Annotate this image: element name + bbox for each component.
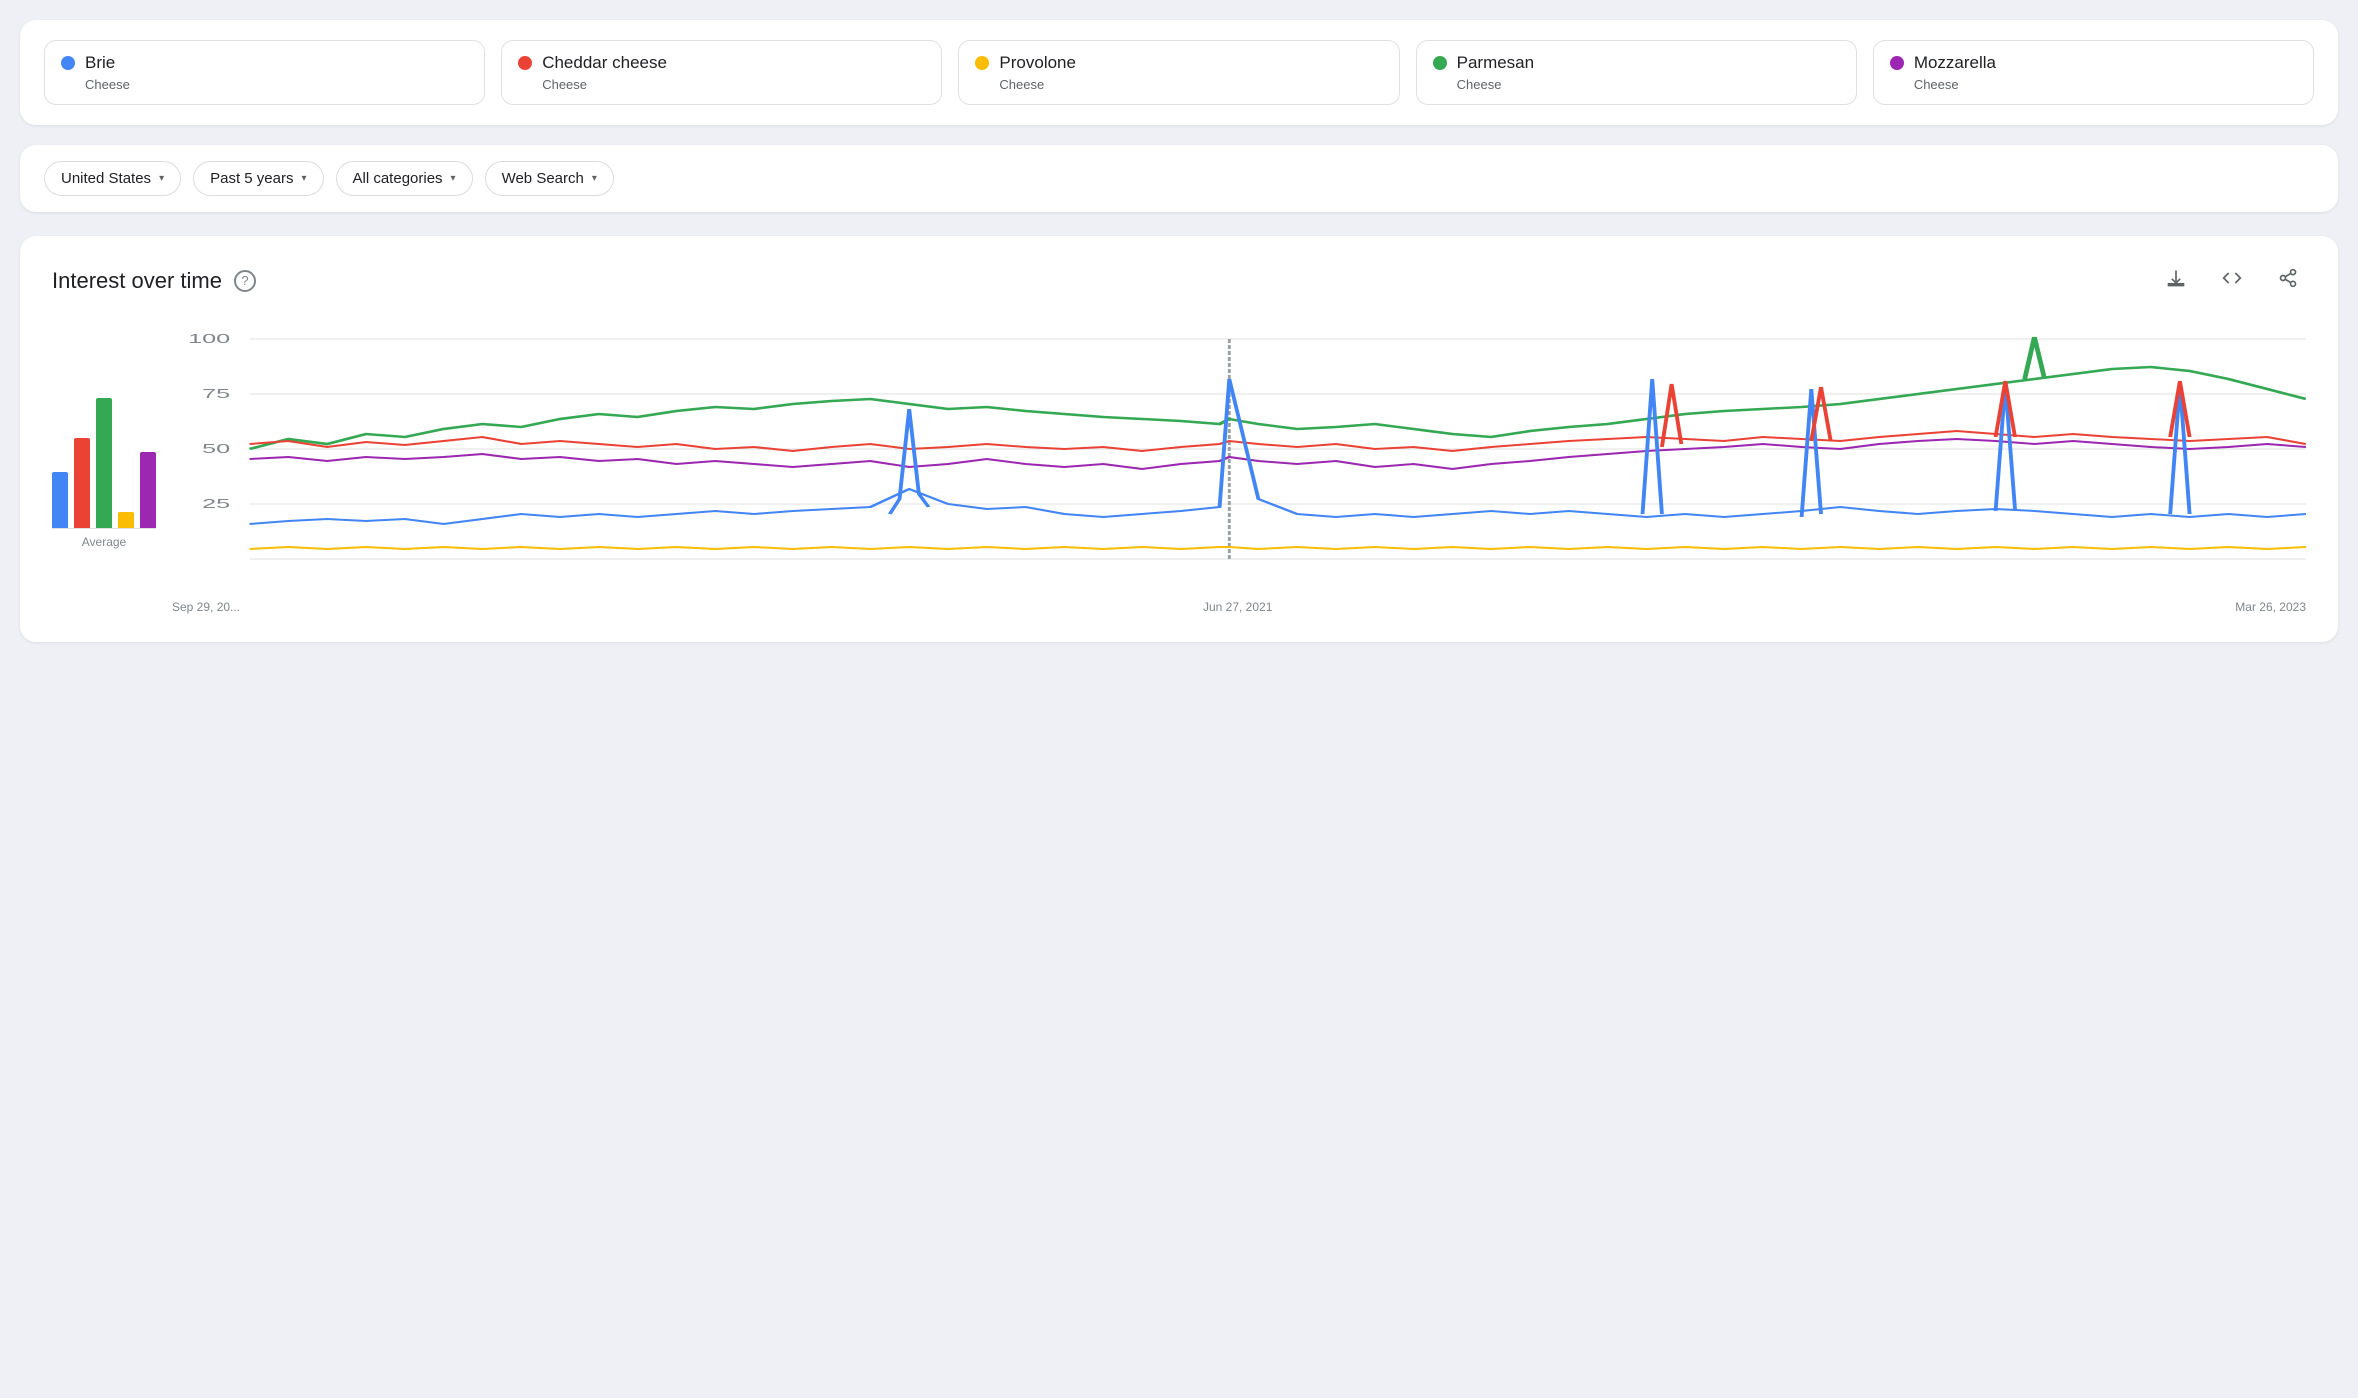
bar-parmesan: [96, 398, 112, 528]
region-chevron-icon: ▾: [159, 173, 164, 184]
categories-filter[interactable]: All categories ▾: [336, 161, 473, 196]
time-chevron-icon: ▾: [301, 173, 306, 184]
bar-chart-bars: [52, 329, 156, 529]
bar-provolone: [118, 512, 134, 528]
help-icon[interactable]: ?: [234, 270, 256, 292]
svg-text:50: 50: [202, 442, 230, 456]
svg-text:25: 25: [202, 497, 230, 511]
share-button[interactable]: [2270, 264, 2306, 297]
brie-name: Brie: [85, 53, 115, 73]
brie-category: Cheese: [85, 77, 468, 92]
term-cheddar[interactable]: Cheddar cheese Cheese: [501, 40, 942, 105]
search-terms-card: Brie Cheese Cheddar cheese Cheese Provol…: [20, 20, 2338, 125]
search-type-label: Web Search: [502, 170, 584, 187]
categories-label: All categories: [353, 170, 443, 187]
chart-actions: [2158, 264, 2306, 297]
time-filter[interactable]: Past 5 years ▾: [193, 161, 323, 196]
chart-card: Interest over time ?: [20, 236, 2338, 642]
brie-dot: [61, 56, 75, 70]
chart-header: Interest over time ?: [52, 264, 2306, 297]
chart-title: Interest over time: [52, 268, 222, 294]
x-axis-labels: Sep 29, 20... Jun 27, 2021 Mar 26, 2023: [172, 594, 2306, 614]
average-bar-chart: Average: [52, 329, 172, 614]
cheddar-dot: [518, 56, 532, 70]
provolone-dot: [975, 56, 989, 70]
cheddar-name: Cheddar cheese: [542, 53, 667, 73]
search-type-filter[interactable]: Web Search ▾: [485, 161, 614, 196]
parmesan-dot: [1433, 56, 1447, 70]
provolone-category: Cheese: [999, 77, 1382, 92]
search-type-chevron-icon: ▾: [592, 173, 597, 184]
bar-brie: [52, 472, 68, 528]
mozzarella-category: Cheese: [1914, 77, 2297, 92]
embed-button[interactable]: [2214, 264, 2250, 297]
line-chart-svg: 100 75 50 25: [172, 329, 2306, 589]
cheddar-category: Cheese: [542, 77, 925, 92]
bar-cheddar: [74, 438, 90, 528]
svg-text:100: 100: [188, 332, 230, 346]
parmesan-name: Parmesan: [1457, 53, 1534, 73]
bar-mozzarella: [140, 452, 156, 528]
average-label: Average: [82, 535, 126, 549]
term-provolone[interactable]: Provolone Cheese: [958, 40, 1399, 105]
filters-card: United States ▾ Past 5 years ▾ All categ…: [20, 145, 2338, 212]
download-button[interactable]: [2158, 264, 2194, 297]
line-chart-section: 100 75 50 25: [172, 329, 2306, 614]
chart-area: Average 100 75 50 25: [52, 329, 2306, 614]
x-label-end: Mar 26, 2023: [2235, 600, 2306, 614]
time-label: Past 5 years: [210, 170, 293, 187]
term-parmesan[interactable]: Parmesan Cheese: [1416, 40, 1857, 105]
x-label-mid: Jun 27, 2021: [1203, 600, 1272, 614]
x-label-start: Sep 29, 20...: [172, 600, 240, 614]
mozzarella-name: Mozzarella: [1914, 53, 1996, 73]
mozzarella-dot: [1890, 56, 1904, 70]
region-filter[interactable]: United States ▾: [44, 161, 181, 196]
svg-text:75: 75: [202, 387, 230, 401]
parmesan-category: Cheese: [1457, 77, 1840, 92]
categories-chevron-icon: ▾: [451, 173, 456, 184]
term-mozzarella[interactable]: Mozzarella Cheese: [1873, 40, 2314, 105]
term-brie[interactable]: Brie Cheese: [44, 40, 485, 105]
region-label: United States: [61, 170, 151, 187]
chart-title-group: Interest over time ?: [52, 268, 256, 294]
provolone-name: Provolone: [999, 53, 1076, 73]
